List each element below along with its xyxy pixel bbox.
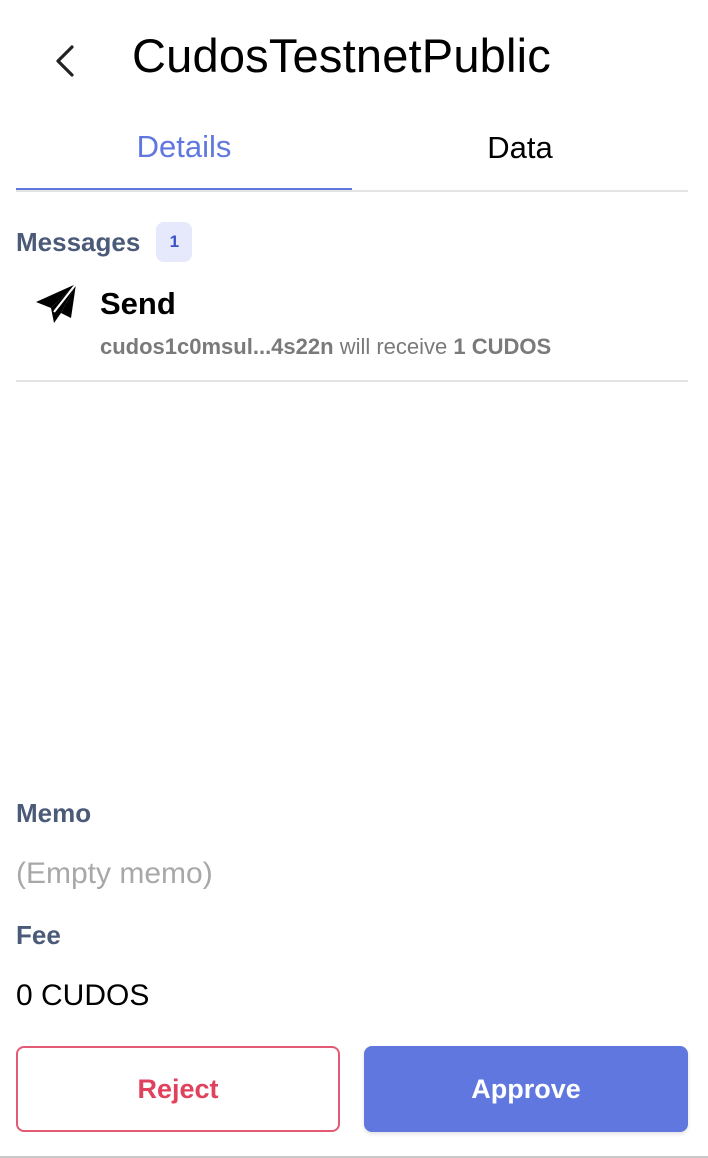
message-description: cudos1c0msul...4s22n will receive 1 CUDO…	[100, 334, 551, 360]
tab-data[interactable]: Data	[352, 120, 688, 190]
back-button[interactable]	[44, 40, 86, 82]
memo-label: Memo	[16, 798, 92, 828]
fee-label: Fee	[16, 920, 61, 950]
send-amount: 1 CUDOS	[453, 334, 552, 359]
header: CudosTestnetPublic	[0, 0, 708, 120]
chevron-left-icon	[56, 45, 74, 77]
messages-count-badge: 1	[156, 222, 193, 262]
reject-button[interactable]: Reject	[16, 1046, 340, 1132]
message-item: Send cudos1c0msul...4s22n will receive 1…	[16, 272, 688, 382]
tab-details[interactable]: Details	[16, 120, 352, 190]
messages-header: Messages 1	[16, 222, 193, 262]
tab-bar: Details Data	[16, 120, 688, 192]
approve-button[interactable]: Approve	[364, 1046, 688, 1132]
recipient-address: cudos1c0msul...4s22n	[100, 334, 334, 359]
messages-label: Messages	[16, 226, 141, 257]
message-action-text: will receive	[339, 334, 448, 359]
paper-plane-icon	[36, 283, 77, 323]
page-title: CudosTestnetPublic	[132, 29, 552, 82]
transaction-approval-page: CudosTestnetPublic Details Data Messages…	[0, 0, 708, 1158]
fee-value: 0 CUDOS	[16, 979, 150, 1012]
memo-value: (Empty memo)	[16, 857, 213, 890]
message-title: Send	[100, 286, 176, 321]
